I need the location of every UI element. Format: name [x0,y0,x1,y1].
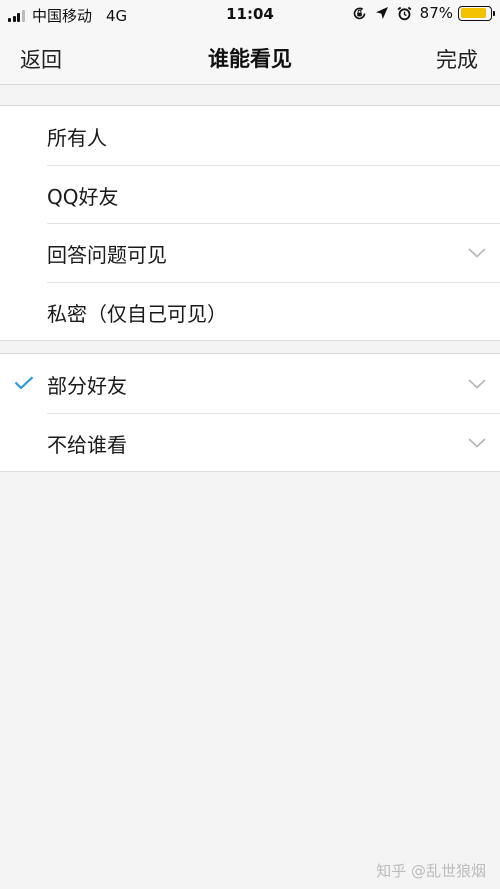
checkmark-icon [14,375,34,394]
page-title: 谁能看见 [208,47,292,71]
location-icon [375,6,389,20]
option-hide-from[interactable]: 不给谁看 [0,412,500,472]
done-button[interactable]: 完成 [436,44,478,74]
battery-fill [460,8,486,18]
option-answer-question[interactable]: 回答问题可见 [0,223,500,282]
visibility-group-1: 所有人 QQ好友 回答问题可见 私密（仅自己可见） [0,105,500,341]
watermark: 知乎 @乱世狼烟 [376,862,486,880]
option-label: 不给谁看 [47,432,127,457]
chevron-down-icon[interactable] [468,374,486,393]
chevron-down-icon[interactable] [468,243,486,262]
option-private[interactable]: 私密（仅自己可见） [0,281,500,341]
option-some-friends[interactable]: 部分好友 [0,354,500,413]
option-all[interactable]: 所有人 [0,106,500,165]
battery-icon [458,5,495,21]
option-label: 所有人 [47,126,107,150]
chevron-down-icon[interactable] [468,433,486,452]
option-label: 部分好友 [47,374,127,398]
alarm-icon [397,6,412,21]
option-label: 私密（仅自己可见） [47,301,227,326]
option-label: QQ好友 [47,184,119,209]
option-label: 回答问题可见 [47,243,167,267]
nav-bar: 返回 谁能看见 完成 [0,28,500,85]
visibility-group-2: 部分好友 不给谁看 [0,353,500,472]
status-right: 87% [352,4,495,22]
battery-percent: 87% [419,4,453,22]
rotation-lock-icon [352,6,367,21]
status-bar: 中国移动 4G 11:04 87% [0,0,500,28]
option-qq-friends[interactable]: QQ好友 [0,164,500,224]
